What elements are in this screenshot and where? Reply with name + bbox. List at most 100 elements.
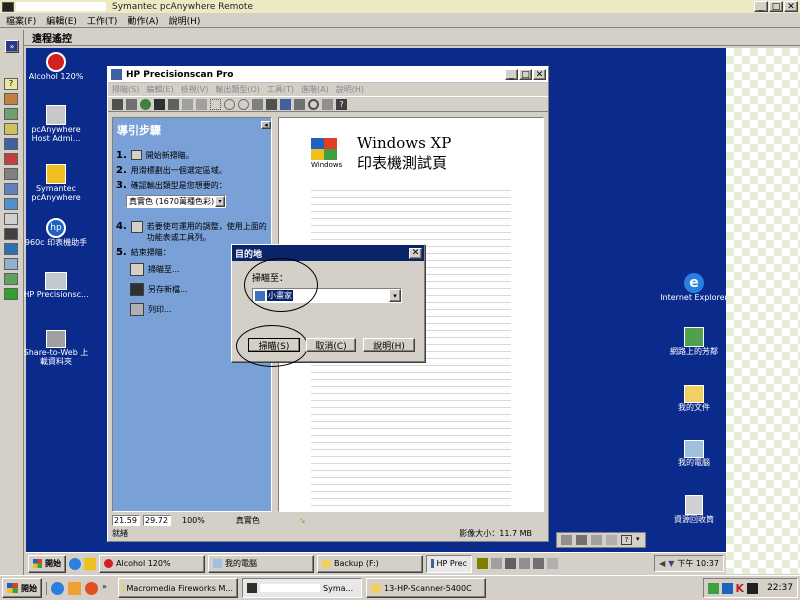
pca-tool-f-icon[interactable] [547,558,558,569]
desktop-icon-share-to-web[interactable]: Share-to-Web 上載資料夾 [21,330,91,366]
zoom-in-tool-icon[interactable] [224,98,235,110]
remote-task-backup[interactable]: Backup (F:) [317,554,423,573]
outer-maximize-button[interactable]: □ [769,1,783,12]
save-tool-icon[interactable] [154,98,165,110]
crop-tool-icon[interactable] [322,98,333,110]
menu-help[interactable]: 說明(H) [169,14,201,27]
sharpen-tool-icon[interactable] [266,98,277,110]
menu-action[interactable]: 動作(A) [127,14,158,27]
tray-k-icon[interactable]: K [736,582,745,595]
hp-menu-view[interactable]: 檢視(V) [181,84,209,95]
hp-menu-output[interactable]: 輸出類型(O) [215,84,260,95]
destination-dropdown-icon[interactable]: ▾ [389,289,401,302]
remote-start-button[interactable]: 開始 [28,554,66,573]
output-type-dropdown-icon[interactable]: ▾ [215,196,225,207]
hp-menu-advanced[interactable]: 進階(A) [301,84,329,95]
output-type-select[interactable]: 真實色 (1670萬種色彩) ▾ [126,195,226,208]
tool-icon-9[interactable] [4,213,18,225]
local-task-symantec[interactable]: Syma... [242,578,362,598]
local-task-folder[interactable]: 13-HP-Scanner-5400C [366,578,486,598]
outer-close-button[interactable]: ✕ [784,1,798,12]
print-tool-icon[interactable] [168,98,179,110]
pca-tool-c-icon[interactable] [505,558,516,569]
hp-menu-scan[interactable]: 掃瞄(S) [112,84,139,95]
hp-maximize-button[interactable]: □ [519,69,532,80]
quicklaunch-ie-icon[interactable] [69,557,81,570]
pca-tool-a-icon[interactable] [477,558,488,569]
select-tool-icon[interactable] [210,98,221,110]
tool-icon-7[interactable] [4,183,18,195]
tool-icon-14[interactable] [4,288,18,300]
local-quicklaunch-more-icon[interactable]: » [102,582,110,595]
copy-tool-icon[interactable] [126,98,137,110]
hp-menu-tools[interactable]: 工具(T) [267,84,294,95]
tool-icon-6[interactable] [4,168,18,180]
desktop-icon-pcanywhere-host[interactable]: pcAnywhere Host Admi... [21,105,91,143]
tool-icon-12[interactable] [4,258,18,270]
mirror-tool-icon[interactable] [294,98,305,110]
hp-menu-help[interactable]: 說明(H) [336,84,364,95]
cancel-button[interactable]: 取消(C) [306,338,356,352]
local-ie-icon[interactable] [51,581,64,595]
undo-tool-icon[interactable] [308,98,319,110]
new-scan-icon[interactable] [130,150,142,160]
tray-shield-icon[interactable]: ▼ [668,559,674,568]
pca-tool-b-icon[interactable] [491,558,502,569]
float-tool-help-icon[interactable]: ? [621,535,632,545]
float-tool-window-icon[interactable] [606,535,617,545]
float-tool-arrow-icon[interactable]: ▾ [636,535,644,545]
back-tool-icon[interactable] [182,98,193,110]
tool-icon-10[interactable] [4,228,18,240]
quicklaunch-outlook-icon[interactable] [84,557,96,570]
local-start-button[interactable]: 開始 [2,578,42,598]
remote-task-alcohol[interactable]: Alcohol 120% [99,554,205,573]
tool-icon-1[interactable] [4,93,18,105]
local-app-a-icon[interactable] [68,581,81,595]
rotate-tool-icon[interactable] [252,98,263,110]
hp-close-button[interactable]: ✕ [533,69,546,80]
tray-app-b-icon[interactable] [721,582,733,594]
tray-app-c-icon[interactable] [747,582,759,594]
tool-icon-8[interactable] [4,198,18,210]
context-help-tool-icon[interactable]: ? [336,98,347,110]
tray-volume-icon[interactable]: ◀ [659,559,665,568]
hp-menu-edit[interactable]: 編輯(E) [146,84,173,95]
tool-icon-2[interactable] [4,108,18,120]
local-task-fireworks[interactable]: Macromedia Fireworks M... [118,578,238,598]
float-tool-pen-icon[interactable] [576,535,587,545]
float-tool-keyboard-icon[interactable] [561,535,572,545]
float-tool-clip-icon[interactable] [591,535,602,545]
outer-minimize-button[interactable]: _ [754,1,768,12]
tool-icon-13[interactable] [4,273,18,285]
expand-panel-button[interactable]: » [5,40,19,53]
remote-task-hp[interactable]: HP Prec [426,554,472,573]
pca-tool-d-icon[interactable] [519,558,530,569]
desktop-icon-alcohol[interactable]: Alcohol 120% [21,52,91,81]
desktop-icon-computer[interactable]: 我的電腦 [659,440,729,467]
tool-icon-11[interactable] [4,243,18,255]
desktop-icon-network[interactable]: 網路上的芳鄰 [659,327,729,356]
color-tool-icon[interactable] [280,98,291,110]
help-tool-icon[interactable]: ? [4,78,18,90]
menu-tasks[interactable]: 工作(T) [87,14,118,27]
pca-tool-e-icon[interactable] [533,558,544,569]
desktop-icon-ie[interactable]: e Internet Explorer [659,273,729,302]
desktop-icon-precisionscan[interactable]: HP Precisionsc... [21,272,91,299]
menu-file[interactable]: 檔案(F) [6,14,36,27]
local-app-b-icon[interactable] [85,581,98,595]
desktop-icon-symantec[interactable]: Symantec pcAnywhere [21,164,91,202]
desktop-icon-hp960c[interactable]: hp 960c 印表機助手 [21,218,91,247]
guide-panel-collapse[interactable]: ◂ [261,121,271,129]
scan-tool-icon[interactable] [112,98,123,110]
tool-icon-3[interactable] [4,123,18,135]
tray-app-a-icon[interactable] [707,582,719,594]
desktop-icon-recycle[interactable]: 資源回收筒 [659,495,729,524]
tool-icon-4[interactable] [4,138,18,150]
menu-edit[interactable]: 編輯(E) [46,14,77,27]
desktop-icon-documents[interactable]: 我的文件 [659,385,729,412]
tool-icon-5[interactable] [4,153,18,165]
hp-minimize-button[interactable]: _ [505,69,518,80]
web-tool-icon[interactable] [140,98,151,110]
zoom-out-tool-icon[interactable] [238,98,249,110]
dialog-close-button[interactable]: ✕ [409,247,422,259]
